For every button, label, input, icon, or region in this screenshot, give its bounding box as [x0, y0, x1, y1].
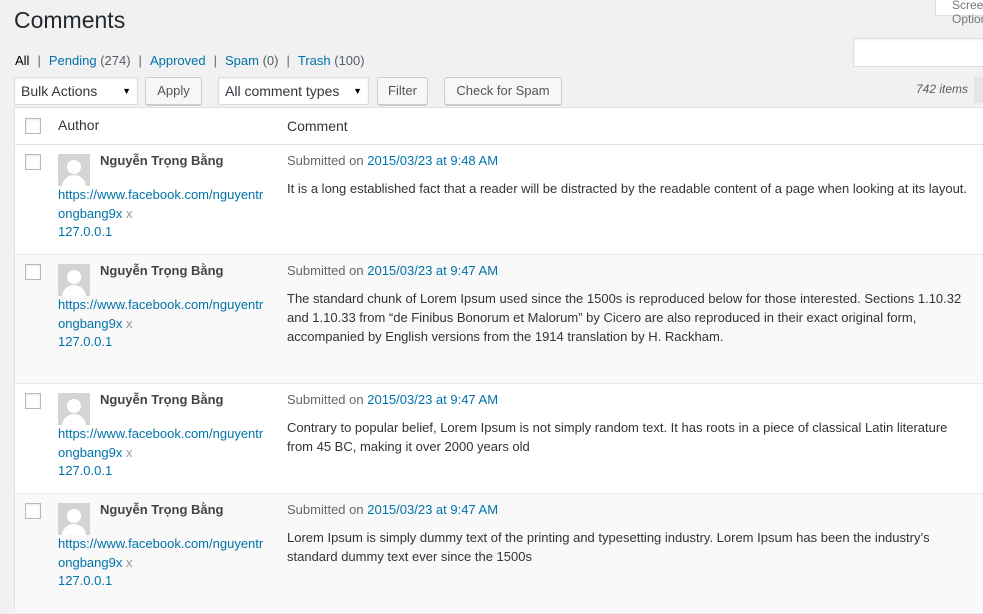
- comment-type-select[interactable]: All comment types ▼: [218, 77, 369, 105]
- author-ip[interactable]: 127.0.0.1: [58, 572, 112, 590]
- table-row: Nguyễn Trọng Bằng https://www.facebook.c…: [15, 145, 983, 255]
- author-ip[interactable]: 127.0.0.1: [58, 223, 112, 241]
- avatar: [58, 154, 90, 186]
- row-checkbox[interactable]: [25, 154, 41, 170]
- author-url-link[interactable]: https://www.facebook.com/nguyentrongbang…: [58, 297, 263, 331]
- filter-all[interactable]: All: [15, 53, 29, 68]
- author-name: Nguyễn Trọng Bằng: [100, 153, 224, 168]
- column-author[interactable]: Author: [58, 117, 99, 133]
- author-name: Nguyễn Trọng Bằng: [100, 263, 224, 278]
- select-all-checkbox[interactable]: [25, 118, 41, 134]
- pagination-edge: [974, 77, 983, 103]
- comment-date-link[interactable]: 2015/03/23 at 9:47 AM: [367, 392, 498, 407]
- table-row: Nguyễn Trọng Bằng https://www.facebook.c…: [15, 255, 983, 384]
- author-ip[interactable]: 127.0.0.1: [58, 462, 112, 480]
- filter-pending[interactable]: Pending (274): [49, 53, 131, 68]
- row-checkbox[interactable]: [25, 503, 41, 519]
- filter-approved[interactable]: Approved: [150, 53, 206, 68]
- author-name: Nguyễn Trọng Bằng: [100, 392, 224, 407]
- column-comment: Comment: [287, 118, 348, 134]
- bulk-actions-label: Bulk Actions: [21, 83, 98, 99]
- author-ip[interactable]: 127.0.0.1: [58, 333, 112, 351]
- dropdown-arrow-icon: ▼: [353, 86, 362, 96]
- author-url-link[interactable]: https://www.facebook.com/nguyentrongbang…: [58, 187, 263, 221]
- author-url-link[interactable]: https://www.facebook.com/nguyentrongbang…: [58, 426, 263, 460]
- filter-trash[interactable]: Trash (100): [298, 53, 365, 68]
- comment-text: Lorem Ipsum is simply dummy text of the …: [287, 530, 930, 564]
- comment-date-link[interactable]: 2015/03/23 at 9:48 AM: [367, 153, 498, 168]
- comment-type-label: All comment types: [225, 83, 340, 99]
- submitted-on: Submitted on 2015/03/23 at 9:48 AM: [287, 153, 499, 168]
- author-url: https://www.facebook.com/nguyentrongbang…: [58, 536, 264, 570]
- comment-date-link[interactable]: 2015/03/23 at 9:47 AM: [367, 502, 498, 517]
- author-url: https://www.facebook.com/nguyentrongbang…: [58, 426, 264, 460]
- row-checkbox[interactable]: [25, 264, 41, 280]
- bulk-actions-select[interactable]: Bulk Actions ▼: [14, 77, 138, 105]
- comment-text: It is a long established fact that a rea…: [287, 181, 968, 196]
- avatar: [58, 264, 90, 296]
- author-name: Nguyễn Trọng Bằng: [100, 502, 224, 517]
- author-url-link[interactable]: https://www.facebook.com/nguyentrongbang…: [58, 536, 263, 570]
- avatar: [58, 503, 90, 535]
- screen-options-button[interactable]: Screen Options: [935, 0, 983, 26]
- dropdown-arrow-icon: ▼: [122, 86, 131, 96]
- page-title: Comments: [14, 7, 126, 33]
- search-input[interactable]: [853, 38, 983, 67]
- table-header: Author Comment: [15, 108, 983, 145]
- comment-text: Contrary to popular belief, Lorem Ipsum …: [287, 420, 948, 454]
- table-row: Nguyễn Trọng Bằng https://www.facebook.c…: [15, 494, 983, 614]
- author-url: https://www.facebook.com/nguyentrongbang…: [58, 187, 264, 221]
- comment-date-link[interactable]: 2015/03/23 at 9:47 AM: [367, 263, 498, 278]
- comment-text: The standard chunk of Lorem Ipsum used s…: [287, 291, 962, 344]
- filter-spam[interactable]: Spam (0): [225, 53, 278, 68]
- check-for-spam-button[interactable]: Check for Spam: [444, 77, 562, 105]
- submitted-on: Submitted on 2015/03/23 at 9:47 AM: [287, 392, 499, 407]
- row-checkbox[interactable]: [25, 393, 41, 409]
- items-count: 742 items: [916, 82, 969, 96]
- submitted-on: Submitted on 2015/03/23 at 9:47 AM: [287, 263, 499, 278]
- avatar: [58, 393, 90, 425]
- comment-status-filters: All | Pending (274) | Approved | Spam (0) | Tras…: [15, 53, 365, 68]
- table-row: Nguyễn Trọng Bằng https://www.facebook.c…: [15, 384, 983, 494]
- submitted-on: Submitted on 2015/03/23 at 9:47 AM: [287, 502, 499, 517]
- apply-button[interactable]: Apply: [145, 77, 202, 105]
- comments-table: Author Comment Nguyễn Trọng Bằng https:/…: [14, 107, 983, 614]
- filter-button[interactable]: Filter: [377, 77, 428, 105]
- author-url: https://www.facebook.com/nguyentrongbang…: [58, 297, 264, 331]
